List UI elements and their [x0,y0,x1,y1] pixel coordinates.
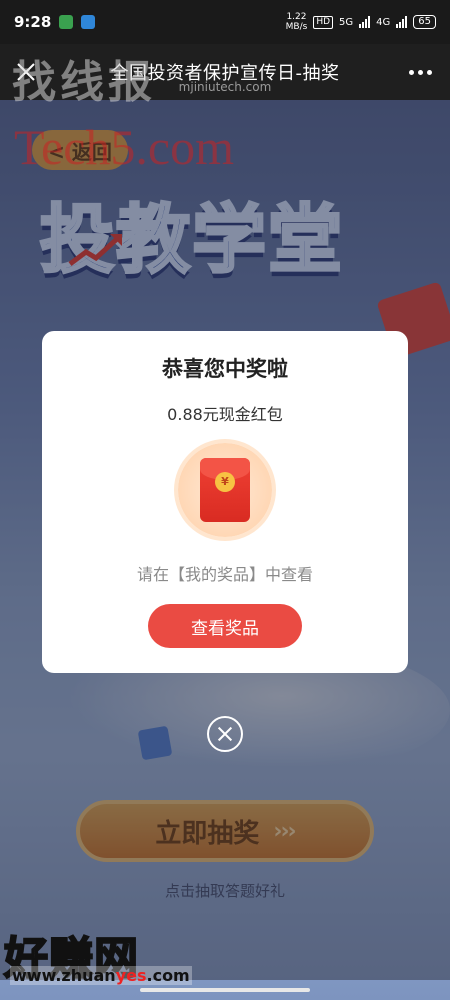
signal-4g-icon [396,16,408,28]
watermark-bottom-url: www.zhuanyes.com [10,966,192,985]
status-time: 9:28 [14,13,52,31]
status-bar: 9:28 1.22 MB/s HD 5G 4G 65 [0,0,450,44]
net-speed-unit: MB/s [285,22,308,32]
net-speed: 1.22 MB/s [286,12,308,32]
red-envelope-icon: ¥ [200,458,250,522]
watermark-top: 找线报 [12,57,156,108]
wechat-icon [59,15,74,29]
watermark-url-highlight: yes [115,966,147,985]
watermark-url-suffix: .com [146,966,190,985]
modal-close-icon[interactable] [207,716,243,752]
coin-icon: ¥ [215,472,235,492]
battery-indicator: 65 [413,15,436,29]
net-speed-value: 1.22 [286,12,307,22]
watermark-url-prefix: www.zhuan [12,966,116,985]
network-4g-label: 4G [376,16,391,28]
view-prize-button[interactable]: 查看奖品 [148,604,302,648]
modal-tip: 请在【我的奖品】中查看 [136,565,313,584]
prize-description: 0.88元现金红包 [167,405,283,424]
status-left: 9:28 [14,13,96,31]
modal-title: 恭喜您中奖啦 [162,357,288,381]
prize-modal: 恭喜您中奖啦 0.88元现金红包 ¥ 请在【我的奖品】中查看 查看奖品 [42,331,408,673]
app-notification-icon [81,15,96,29]
hd-badge: HD [313,15,334,29]
status-right: 1.22 MB/s HD 5G 4G 65 [286,12,436,32]
signal-5g-icon [359,16,371,28]
more-menu-icon[interactable] [406,58,434,86]
home-indicator[interactable] [140,988,310,992]
watermark-tech: Tech5.com [14,119,235,175]
screen: 9:28 1.22 MB/s HD 5G 4G 65 全国投资者保护宣传日-抽奖… [0,0,450,1000]
network-5g-label: 5G [339,16,354,28]
